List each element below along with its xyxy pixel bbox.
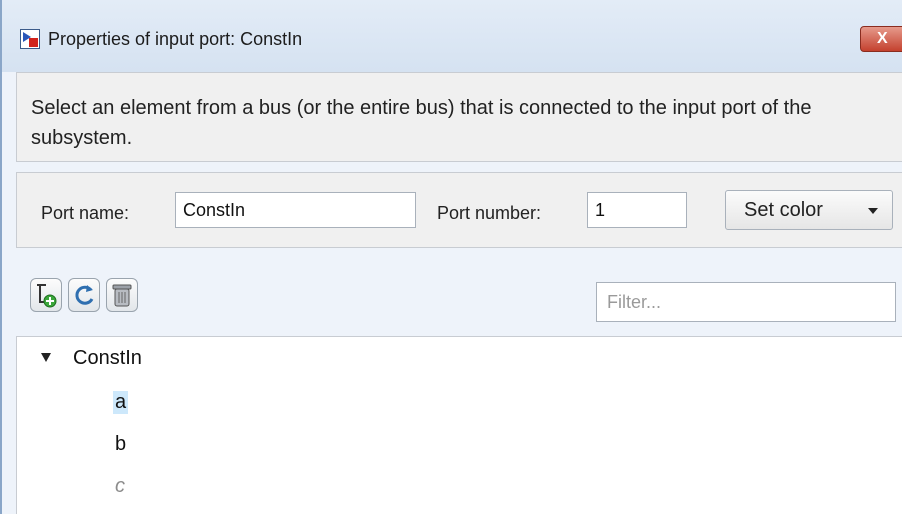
port-name-field[interactable]	[175, 192, 416, 228]
port-block-glyph	[29, 38, 38, 47]
description-text: Select an element from a bus (or the ent…	[31, 97, 812, 149]
properties-dialog: Properties of input port: ConstIn X Sele…	[0, 0, 902, 514]
tree-expand-icon[interactable]	[41, 353, 51, 362]
tree-node-c[interactable]: c	[115, 475, 125, 498]
add-element-icon	[37, 284, 57, 308]
filter-input[interactable]	[596, 282, 896, 322]
delete-button[interactable]	[106, 278, 138, 312]
add-element-button[interactable]	[30, 278, 62, 312]
chevron-down-icon	[868, 208, 878, 214]
trash-icon	[112, 284, 132, 307]
title-bar[interactable]: Properties of input port: ConstIn X	[2, 0, 902, 72]
port-name-label: Port name:	[41, 203, 130, 223]
port-settings-panel: Port name: Port number: Set color	[16, 172, 902, 248]
set-color-label: Set color	[744, 199, 823, 221]
tree-node-b[interactable]: b	[115, 433, 126, 456]
refresh-button[interactable]	[68, 278, 100, 312]
port-number-field[interactable]	[587, 192, 687, 228]
close-button[interactable]: X	[860, 26, 902, 52]
set-color-button[interactable]: Set color	[725, 190, 893, 230]
refresh-icon	[75, 285, 94, 305]
port-number-label: Port number:	[437, 203, 542, 223]
simulink-port-icon	[20, 29, 40, 49]
bus-element-tree: ConstIn a b c	[16, 336, 902, 514]
description-panel: Select an element from a bus (or the ent…	[16, 72, 902, 162]
window-title: Properties of input port: ConstIn	[48, 29, 303, 49]
tree-root-constin[interactable]: ConstIn	[73, 347, 142, 370]
tree-node-a[interactable]: a	[113, 391, 129, 414]
